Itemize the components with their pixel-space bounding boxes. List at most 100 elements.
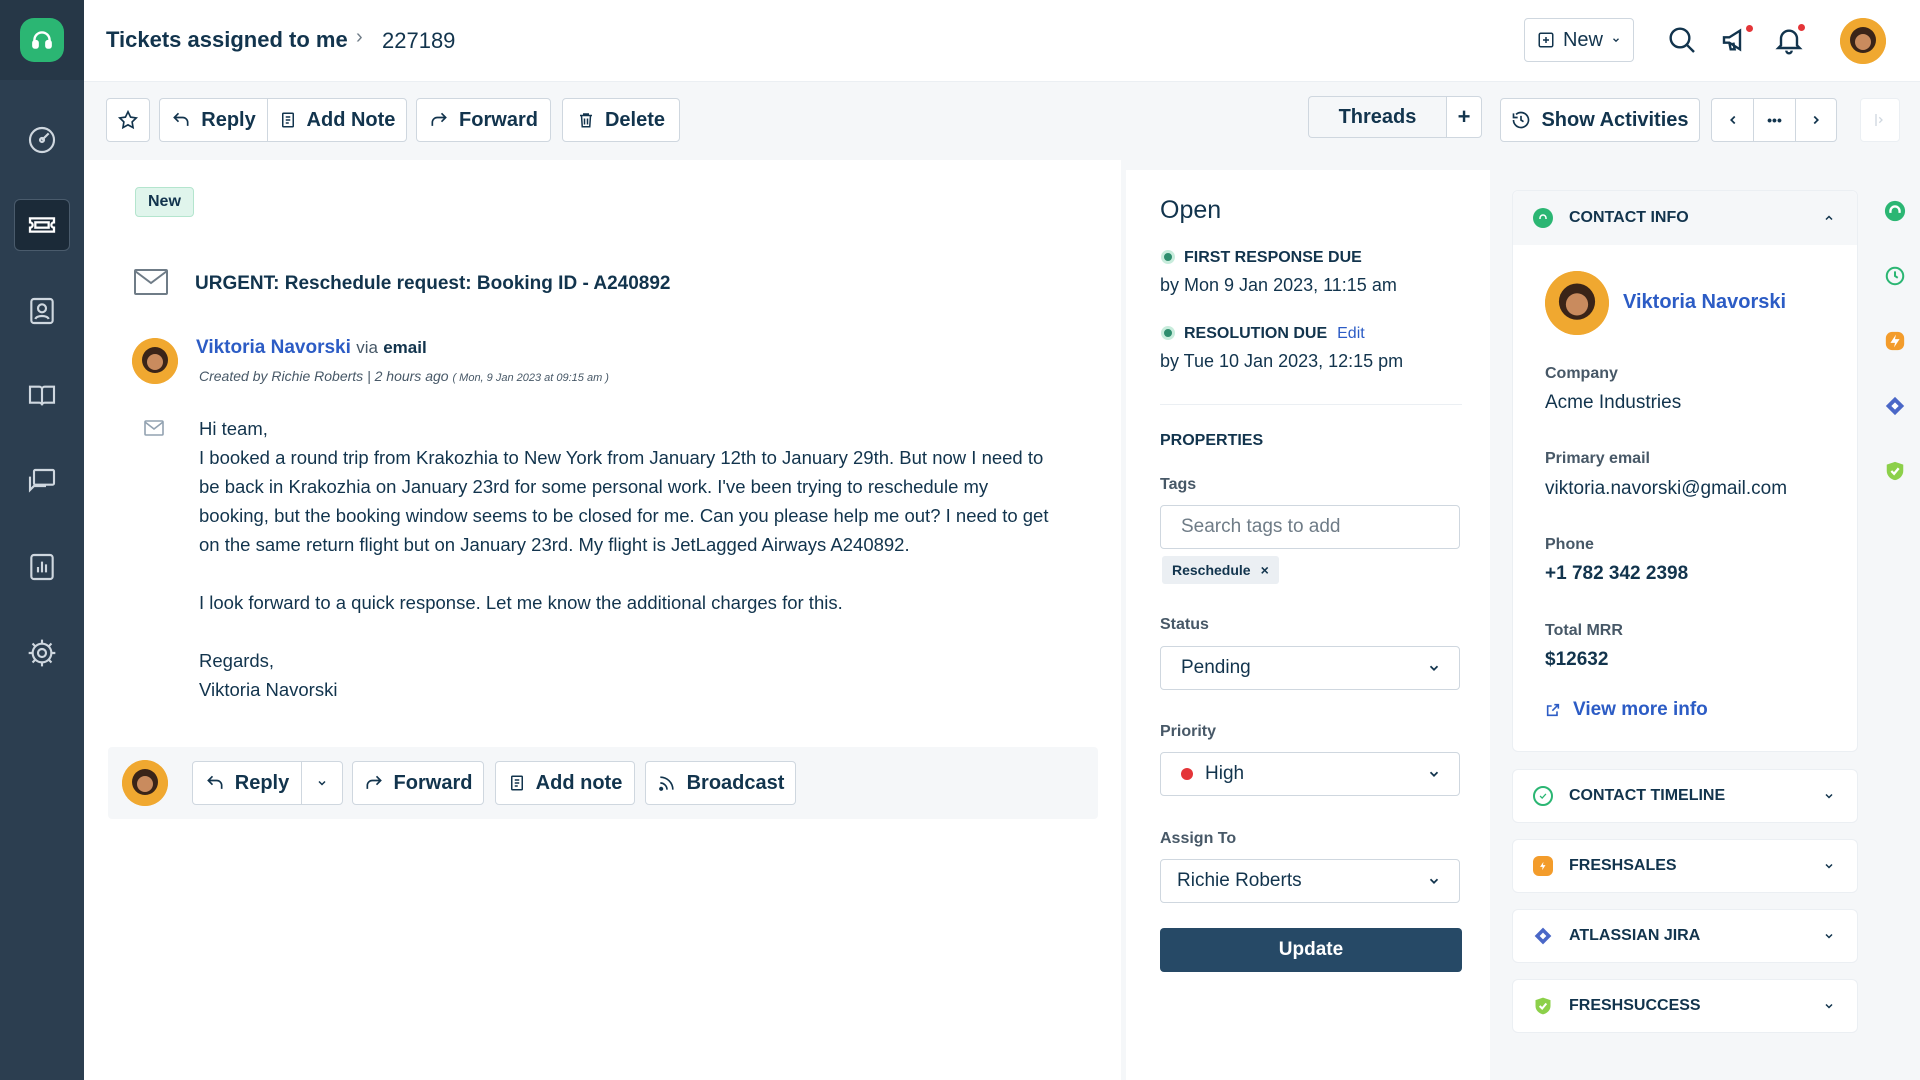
jira-app-icon[interactable] [1884,395,1906,417]
headset-icon [20,18,64,62]
timeline-app-icon[interactable] [1884,265,1906,287]
add-thread-button[interactable]: + [1446,96,1482,138]
nav-dashboard[interactable] [14,114,70,166]
show-activities-button[interactable]: Show Activities [1500,98,1700,142]
resolution-edit-link[interactable]: Edit [1337,325,1365,342]
announcements-button[interactable] [1716,20,1756,60]
contact-timeline-card[interactable]: CONTACT TIMELINE [1512,769,1858,823]
new-button[interactable]: New [1524,18,1634,62]
show-activities-label: Show Activities [1541,108,1689,131]
status-select[interactable]: Pending [1160,646,1460,690]
chevron-left-icon [1729,115,1735,125]
nav-forums[interactable] [14,456,70,508]
chat-icon [28,468,56,493]
freshsales-card[interactable]: FRESHSALES [1512,839,1858,893]
jira-icon [1533,926,1553,946]
view-more-info-link[interactable]: View more info [1545,699,1708,721]
external-link-icon [1546,703,1560,717]
reply-button[interactable]: Reply [159,98,267,142]
search-button[interactable] [1662,20,1702,60]
resolution-label-wrap: RESOLUTION DUE Edit [1184,325,1365,343]
message-body: Hi team, I booked a round trip from Krak… [199,414,1049,704]
freshsales-app-icon[interactable] [1884,330,1906,352]
update-button[interactable]: Update [1160,928,1462,972]
freshsuccess-icon [1533,996,1553,1016]
nav-solutions[interactable] [14,370,70,422]
created-timestamp: ( Mon, 9 Jan 2023 at 09:15 am ) [452,372,609,384]
freshdesk-app-icon[interactable] [1884,200,1906,222]
freshsuccess-card[interactable]: FRESHSUCCESS [1512,979,1858,1033]
ticket-toolbar: Reply Add Note Forward Delete Threads + … [84,82,1920,160]
notifications-button[interactable] [1769,20,1809,60]
nav-reports[interactable] [14,541,70,593]
primary-email-value: viktoria.navorski@gmail.com [1545,478,1788,499]
delete-button[interactable]: Delete [562,98,680,142]
phone-value: +1 782 342 2398 [1545,563,1689,584]
envelope-icon [134,269,168,295]
trash-icon [579,113,592,128]
update-label: Update [1278,939,1344,960]
next-ticket-button[interactable] [1795,98,1837,142]
created-by: Created by Richie Roberts | 2 hours ago [199,368,449,384]
atlassian-jira-title: ATLASSIAN JIRA [1569,927,1701,944]
app-rail [1870,82,1920,1080]
clock-icon [1513,111,1530,129]
previous-ticket-button[interactable] [1711,98,1753,142]
broadcast-icon [658,776,674,791]
note-icon [510,775,523,791]
freshsuccess-app-icon[interactable] [1884,460,1906,482]
nav-admin[interactable] [14,627,70,679]
sender-via: via [356,338,378,357]
freshsuccess-title: FRESHSUCCESS [1569,997,1701,1014]
forward-button[interactable]: Forward [416,98,551,142]
nav-tickets[interactable] [14,199,70,251]
broadcast-button[interactable]: Broadcast [645,761,796,805]
delete-label: Delete [604,108,666,131]
conversation-pane: New URGENT: Reschedule request: Booking … [84,160,1121,1080]
atlassian-jira-card[interactable]: ATLASSIAN JIRA [1512,909,1858,963]
ticket-status-heading: Open [1160,196,1222,224]
app-logo[interactable] [0,0,84,80]
reply-bar: Reply Forward Add note Broadcast [108,747,1098,819]
message-regards: Regards, [199,650,275,671]
timeline-icon [1533,786,1553,806]
profile-avatar[interactable] [1840,18,1886,64]
threads-button[interactable]: Threads [1308,96,1446,138]
reply-bar-forward-label: Forward [393,771,473,794]
contact-name[interactable]: Viktoria Navorski [1623,291,1786,314]
reply-bar-reply-button[interactable]: Reply [192,761,302,805]
freshdesk-icon [1533,208,1553,228]
first-response-due: by Mon 9 Jan 2023, 11:15 am [1160,275,1397,295]
chevron-down-icon [1825,793,1833,799]
reply-bar-add-note-button[interactable]: Add note [495,761,635,805]
tags-input[interactable]: Search tags to add [1160,505,1460,549]
total-mrr-label: Total MRR [1545,622,1623,639]
reply-options-button[interactable] [301,761,343,805]
avatar-icon [1545,271,1609,335]
sender-name[interactable]: Viktoria Navorski [196,337,351,358]
sender-channel: email [383,338,427,357]
message-paragraph-2: I look forward to a quick response. Let … [199,592,843,613]
add-note-button[interactable]: Add Note [267,98,407,142]
priority-select[interactable]: High [1160,752,1460,796]
forward-icon [431,112,447,126]
chevron-down-icon [1825,933,1833,939]
more-actions-button[interactable]: ••• [1753,98,1795,142]
reply-label: Reply [201,108,256,131]
breadcrumb-title[interactable]: Tickets assigned to me [106,27,348,53]
star-button[interactable] [106,98,150,142]
contact-avatar [1545,271,1609,335]
properties-pane: Open FIRST RESPONSE DUE by Mon 9 Jan 202… [1126,170,1490,1080]
message-paragraph-1: I booked a round trip from Krakozhia to … [199,447,1049,555]
reply-bar-forward-button[interactable]: Forward [352,761,484,805]
tag-remove-button[interactable]: × [1261,562,1269,578]
freshsales-title: FRESHSALES [1569,857,1677,874]
assign-to-select[interactable]: Richie Roberts [1160,859,1460,903]
message-meta: Created by Richie Roberts | 2 hours ago … [199,368,609,384]
envelope-small-icon [144,420,164,436]
contact-info-header[interactable]: CONTACT INFO [1513,191,1857,245]
contact-timeline-title: CONTACT TIMELINE [1569,787,1726,804]
chevron-up-icon [1825,215,1833,221]
breadcrumb-separator: › [356,26,363,48]
nav-contacts[interactable] [14,285,70,337]
